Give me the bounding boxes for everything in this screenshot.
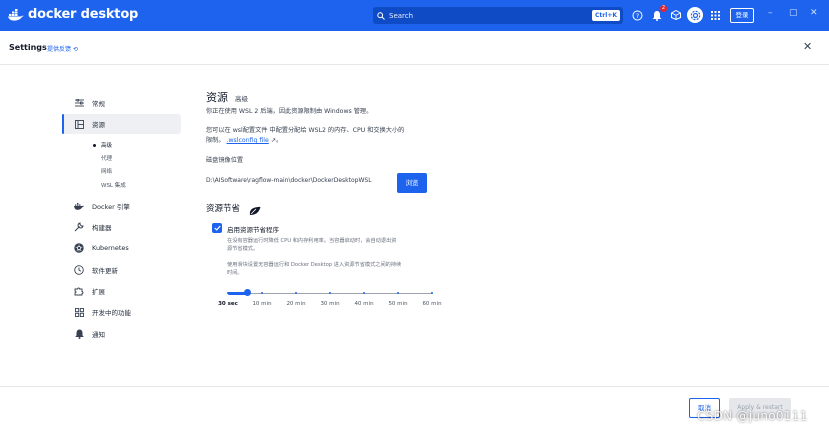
docker-whale-icon xyxy=(8,8,24,21)
top-bar: docker desktop Search Ctrl+K ? 2 登录 – ▢ … xyxy=(0,0,829,31)
sidebar-item-label: Kubernetes xyxy=(92,244,129,252)
feedback-icon: ⟲ xyxy=(72,46,78,53)
extensions-icon[interactable] xyxy=(669,8,683,22)
sidebar-item-label: 开发中的功能 xyxy=(92,309,131,317)
app-name: docker desktop xyxy=(28,7,139,22)
saver-help-line: 时间。 xyxy=(227,270,243,276)
saver-help-line: 源节省模式。 xyxy=(227,246,259,252)
resource-saver-checkbox-label: 启用资源节省程序 xyxy=(227,226,279,234)
sidebar-item-label: 软件更新 xyxy=(92,267,118,275)
saver-help-line: 使用滑块设置无容器运行和 Docker Desktop 进入资源节省模式之间的持… xyxy=(227,262,402,268)
search-shortcut: Ctrl+K xyxy=(592,10,620,21)
notification-badge: 2 xyxy=(660,5,667,12)
sidebar-item-kubernetes[interactable]: Kubernetes xyxy=(62,238,181,258)
saver-help-line: 在没有容器运行时降低 CPU 和内存利用率。当容器启动时，会自动退出资 xyxy=(227,238,397,244)
disk-image-path[interactable]: D:\AISoftware\ragflow-main\docker\Docker… xyxy=(206,174,389,188)
search-bar[interactable]: Search Ctrl+K xyxy=(373,7,623,24)
sidebar-item-extensions[interactable]: 扩展 xyxy=(62,281,181,301)
slider-tick xyxy=(329,292,331,294)
slider-tick xyxy=(397,292,399,294)
slider-tick xyxy=(363,292,365,294)
sub-item-proxies[interactable]: 代理 xyxy=(101,154,112,162)
page-title: Settings xyxy=(9,43,47,52)
sub-item-wsl-integration[interactable]: WSL 集成 xyxy=(101,181,126,189)
resource-saver-checkbox[interactable] xyxy=(212,223,222,233)
sidebar-item-label: 资源 xyxy=(92,121,105,129)
slider-tick-label: 30 min xyxy=(320,301,340,307)
section-heading: 资源 xyxy=(206,91,228,104)
tab-advanced[interactable]: 高级 xyxy=(235,93,248,103)
clock-icon xyxy=(74,265,84,275)
selected-dot xyxy=(93,144,96,147)
sub-item-network[interactable]: 网络 xyxy=(101,167,112,175)
slider-tick xyxy=(261,292,263,294)
browse-button[interactable]: 浏览 xyxy=(397,173,427,193)
svg-text:?: ? xyxy=(635,12,638,20)
help-icon[interactable]: ? xyxy=(630,8,644,22)
wslconfig-link[interactable]: .wslconfig file xyxy=(227,137,269,144)
config-description-line2: 限制。 .wslconfig file ↗。 xyxy=(206,137,283,144)
sidebar-item-label: 常规 xyxy=(92,100,105,108)
wsl-notice: 你正在使用 WSL 2 后端，因此资源限制由 Windows 管理。 xyxy=(206,108,373,115)
resource-saver-title: 资源节省 xyxy=(206,204,241,214)
config-description: 您可以在 wsl配置文件 中配置分配给 WSL2 的内存、CPU 和交换大小的 xyxy=(206,127,405,134)
sidebar-item-label: Docker 引擎 xyxy=(92,203,130,211)
kubernetes-icon xyxy=(74,243,84,253)
slider-tick-label: 10 min xyxy=(252,301,272,307)
apps-grid-icon[interactable] xyxy=(708,8,722,22)
sidebar-item-docker-engine[interactable]: Docker 引擎 xyxy=(62,196,181,216)
minimize-icon[interactable]: – xyxy=(768,8,773,18)
sidebar-item-label: 构建器 xyxy=(92,224,112,232)
slider-tick xyxy=(227,292,229,294)
resources-icon xyxy=(74,119,84,129)
notification-icon[interactable]: 2 xyxy=(650,5,667,22)
feedback-link[interactable]: 提供反馈 ⟲ xyxy=(47,44,78,53)
sidebar-item-builders[interactable]: 构建器 xyxy=(62,217,181,237)
settings-header: Settings 提供反馈 ⟲ ✕ xyxy=(0,31,829,65)
slider-tick-label: 60 min xyxy=(422,301,442,307)
disk-image-label: 磁盘镜像位置 xyxy=(206,157,244,164)
sidebar-item-software-updates[interactable]: 软件更新 xyxy=(62,260,181,280)
settings-icon[interactable] xyxy=(687,7,703,23)
resource-saver-icon xyxy=(249,201,261,220)
docker-whale-icon xyxy=(74,201,84,211)
wrench-icon xyxy=(74,222,84,232)
close-window-icon[interactable]: ✕ xyxy=(810,8,818,18)
sub-item-advanced[interactable]: 高级 xyxy=(101,141,112,149)
search-label: Search xyxy=(389,11,414,20)
sidebar-item-general[interactable]: 常规 xyxy=(62,93,181,113)
docker-logo: docker desktop xyxy=(8,7,138,22)
slider-tick xyxy=(431,292,433,294)
slider-tick-label: 20 min xyxy=(286,301,306,307)
search-icon xyxy=(377,11,385,20)
bell-icon xyxy=(74,329,84,339)
sidebar-item-label: 通知 xyxy=(92,331,105,339)
checkmark-icon xyxy=(213,225,221,231)
login-button[interactable]: 登录 xyxy=(730,8,754,23)
puzzle-icon xyxy=(74,286,84,296)
sidebar-item-notifications[interactable]: 通知 xyxy=(62,324,181,344)
slider-tick-label: 30 sec xyxy=(218,301,238,307)
slider-tick xyxy=(295,292,297,294)
maximize-icon[interactable]: ▢ xyxy=(789,8,798,18)
slider-thumb[interactable] xyxy=(243,289,251,296)
close-settings-icon[interactable]: ✕ xyxy=(803,40,812,53)
watermark: CSDN @juno0111 xyxy=(697,409,808,423)
slider-tick-label: 40 min xyxy=(354,301,374,307)
grid-icon xyxy=(74,307,84,317)
sidebar-item-resources[interactable]: 资源 xyxy=(62,114,181,134)
sidebar-item-features-in-development[interactable]: 开发中的功能 xyxy=(62,302,181,322)
sliders-icon xyxy=(74,98,84,108)
sidebar-item-label: 扩展 xyxy=(92,288,105,296)
slider-tick-label: 50 min xyxy=(388,301,408,307)
